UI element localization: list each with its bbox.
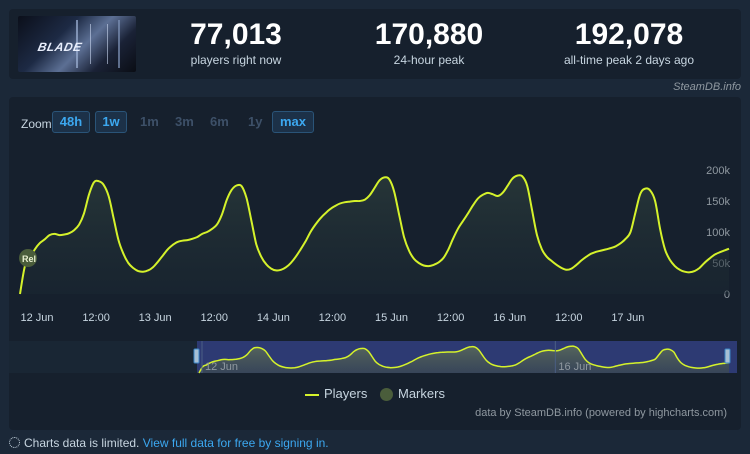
current-players-label: players right now: [190, 53, 282, 67]
sign-in-link[interactable]: View full data for free by signing in.: [143, 436, 329, 450]
thumbnail-art-detail: [90, 24, 108, 64]
x-tick-label: 12:00: [555, 312, 583, 324]
peak-24h-label: 24-hour peak: [393, 53, 465, 67]
x-tick-label: 16 Jun: [493, 312, 526, 324]
navigator-right-handle[interactable]: [724, 348, 731, 364]
x-tick-label: 12:00: [82, 312, 110, 324]
loading-ring-icon: [9, 437, 20, 448]
x-tick-label: 12:00: [200, 312, 228, 324]
navigator-date-label: 16 Jun: [558, 361, 591, 373]
stat-current-players: 77,013 players right now: [136, 18, 336, 68]
steamdb-credit[interactable]: SteamDB.info: [673, 81, 741, 93]
x-tick-label: 13 Jun: [139, 312, 172, 324]
stat-alltime-peak: 192,078 all-time peak 2 days ago: [529, 18, 729, 68]
game-logo: BLADE: [36, 40, 84, 54]
alltime-peak-label: all-time peak 2 days ago: [563, 53, 695, 67]
release-marker-label: Rel: [22, 254, 36, 264]
legend-item-markers[interactable]: Markers: [380, 386, 445, 402]
navigator[interactable]: 12 Jun 16 Jun: [9, 341, 737, 374]
highcharts-credit[interactable]: data by SteamDB.info (powered by highcha…: [475, 407, 727, 419]
players-line-swatch: [305, 393, 319, 396]
stat-24h-peak: 170,880 24-hour peak: [329, 18, 529, 68]
x-tick-label: 12 Jun: [20, 312, 53, 324]
navigator-date-label: 12 Jun: [205, 361, 238, 373]
game-thumbnail[interactable]: BLADE: [18, 16, 136, 72]
y-tick-label: 200k: [706, 165, 730, 177]
current-players-value: 77,013: [190, 18, 282, 51]
x-tick-label: 12:00: [319, 312, 347, 324]
x-tick-label: 14 Jun: [257, 312, 290, 324]
y-tick-label: 100k: [706, 227, 730, 239]
alltime-peak-value: 192,078: [574, 18, 684, 51]
navigator-left-handle[interactable]: [193, 348, 200, 364]
legend-players-label: Players: [324, 386, 368, 401]
peak-24h-value: 170,880: [374, 18, 484, 51]
legend-markers-label: Markers: [398, 386, 445, 401]
release-marker[interactable]: Rel: [19, 249, 37, 267]
legend-item-players[interactable]: Players: [305, 386, 367, 401]
players-series-area: [20, 175, 729, 294]
x-tick-label: 15 Jun: [375, 312, 408, 324]
markers-dot-swatch: [380, 388, 393, 402]
stats-header: BLADE 77,013 players right now 170,880 2…: [9, 9, 741, 79]
data-limited-notice: Charts data is limited. View full data f…: [9, 436, 329, 450]
limited-text: Charts data is limited.: [24, 436, 140, 450]
player-chart: 050k100k150k200k 12 Jun12:0013 Jun12:001…: [9, 165, 737, 374]
x-tick-label: 12:00: [437, 312, 465, 324]
chart-panel: Zoom 48h1w1m3m6m1ymax 050k100k150k200k 1…: [9, 97, 741, 430]
y-tick-label: 150k: [706, 196, 730, 208]
x-tick-label: 17 Jun: [611, 312, 644, 324]
